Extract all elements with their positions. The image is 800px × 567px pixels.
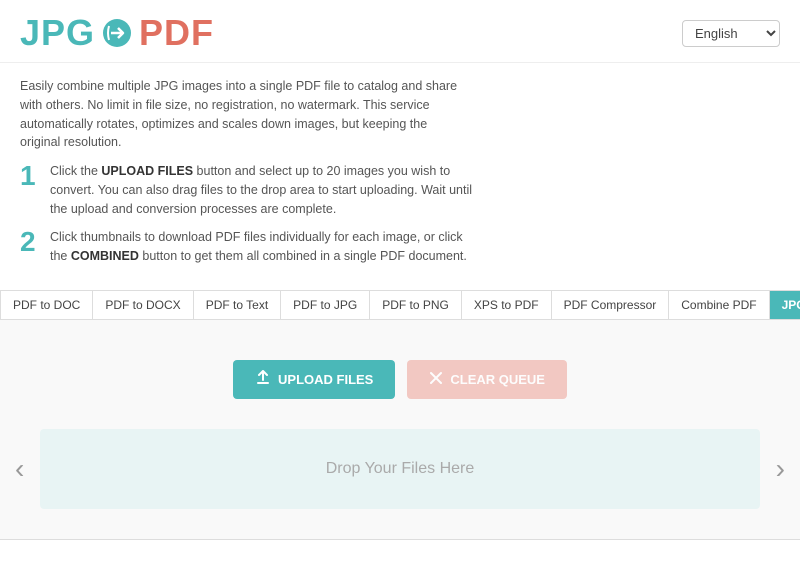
tab-jpg-to-pdf[interactable]: JPG to PDF bbox=[770, 291, 800, 319]
step-2-bold: COMBINED bbox=[71, 249, 139, 263]
logo-jpg: JPG bbox=[20, 12, 95, 54]
tab-pdf-to-jpg[interactable]: PDF to JPG bbox=[281, 291, 370, 319]
drop-zone[interactable]: Drop Your Files Here bbox=[40, 429, 760, 509]
prev-arrow-icon[interactable]: ‹ bbox=[5, 453, 34, 485]
steps: 1 Click the UPLOAD FILES button and sele… bbox=[0, 162, 800, 290]
step-2-number: 2 bbox=[20, 228, 40, 256]
logo: JPG PDF bbox=[20, 12, 214, 54]
tab-pdf-to-docx[interactable]: PDF to DOCX bbox=[93, 291, 193, 319]
main-area: UPLOAD FILES CLEAR QUEUE ‹ Drop Your Fil… bbox=[0, 320, 800, 540]
buttons-row: UPLOAD FILES CLEAR QUEUE bbox=[233, 360, 567, 399]
step-1-number: 1 bbox=[20, 162, 40, 190]
clear-button-label: CLEAR QUEUE bbox=[450, 372, 545, 387]
step-1: 1 Click the UPLOAD FILES button and sele… bbox=[20, 162, 780, 218]
drop-zone-wrapper: ‹ Drop Your Files Here › bbox=[40, 429, 760, 509]
tab-combine-pdf[interactable]: Combine PDF bbox=[669, 291, 769, 319]
header: JPG PDF English Français Español Deutsch… bbox=[0, 0, 800, 63]
tab-pdf-to-png[interactable]: PDF to PNG bbox=[370, 291, 462, 319]
language-select[interactable]: English Français Español Deutsch Portugu… bbox=[682, 20, 780, 47]
clear-queue-button[interactable]: CLEAR QUEUE bbox=[407, 360, 567, 399]
clear-icon bbox=[429, 371, 443, 388]
logo-arrow-icon bbox=[101, 17, 133, 49]
step-2: 2 Click thumbnails to download PDF files… bbox=[20, 228, 780, 266]
step-1-bold: UPLOAD FILES bbox=[101, 164, 193, 178]
upload-icon bbox=[255, 370, 271, 389]
step-1-text: Click the UPLOAD FILES button and select… bbox=[50, 162, 480, 218]
tab-pdf-to-text[interactable]: PDF to Text bbox=[194, 291, 281, 319]
tab-xps-to-pdf[interactable]: XPS to PDF bbox=[462, 291, 552, 319]
next-arrow-icon[interactable]: › bbox=[766, 453, 795, 485]
tab-pdf-to-doc[interactable]: PDF to DOC bbox=[0, 291, 93, 319]
upload-button-label: UPLOAD FILES bbox=[278, 372, 373, 387]
tabs-bar: PDF to DOC PDF to DOCX PDF to Text PDF t… bbox=[0, 290, 800, 320]
description-text: Easily combine multiple JPG images into … bbox=[20, 79, 457, 149]
description: Easily combine multiple JPG images into … bbox=[0, 63, 480, 162]
step-2-text: Click thumbnails to download PDF files i… bbox=[50, 228, 480, 266]
logo-to bbox=[99, 17, 135, 49]
upload-files-button[interactable]: UPLOAD FILES bbox=[233, 360, 395, 399]
drop-zone-label: Drop Your Files Here bbox=[326, 460, 475, 478]
logo-pdf: PDF bbox=[139, 12, 214, 54]
tab-pdf-compressor[interactable]: PDF Compressor bbox=[552, 291, 670, 319]
